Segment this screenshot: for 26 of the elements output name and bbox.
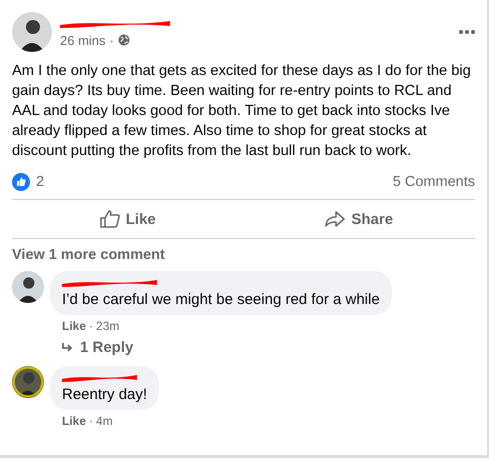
post-time[interactable]: 26 mins [60,32,106,48]
like-button[interactable]: Like [12,200,244,238]
comment-like-link[interactable]: Like [62,414,86,428]
like-reaction-icon[interactable] [12,173,30,191]
share-arrow-icon [325,211,346,227]
comment-text: I’d be careful we might be seeing red for a while [62,291,380,308]
comment-time[interactable]: 4m [96,414,113,428]
comment-text: Reentry day! [62,386,148,403]
share-button[interactable]: Share [244,200,475,238]
view-more-comments-link[interactable]: View 1 more comment [12,247,475,263]
post-text: Am I the only one that gets as excited for these days as I do for the big gain days? Its buy time. Been waiting for re-entry points to RCL and AAL and today looks good for both. Time to get back into stocks Ive already flipped a few times. Also time to shop for great stocks at discount putting the profits from the last bull run back to work. [12,62,472,161]
comment-count[interactable]: 5 Comments [392,174,475,190]
separator-dot: · [89,414,94,428]
replies-link[interactable]: 1 Reply [50,333,392,356]
reaction-count[interactable]: 2 [36,174,44,190]
avatar[interactable] [12,12,52,52]
comment-time[interactable]: 23m [96,319,120,333]
separator-dot: · [110,32,114,48]
separator-dot: · [89,319,94,333]
reply-arrow-icon [62,342,74,352]
globe-icon [118,34,130,46]
comment-like-link[interactable]: Like [62,319,86,333]
avatar[interactable] [12,366,44,398]
avatar[interactable] [12,271,44,303]
more-options-icon[interactable] [459,30,475,34]
thumbs-up-icon [100,210,120,228]
